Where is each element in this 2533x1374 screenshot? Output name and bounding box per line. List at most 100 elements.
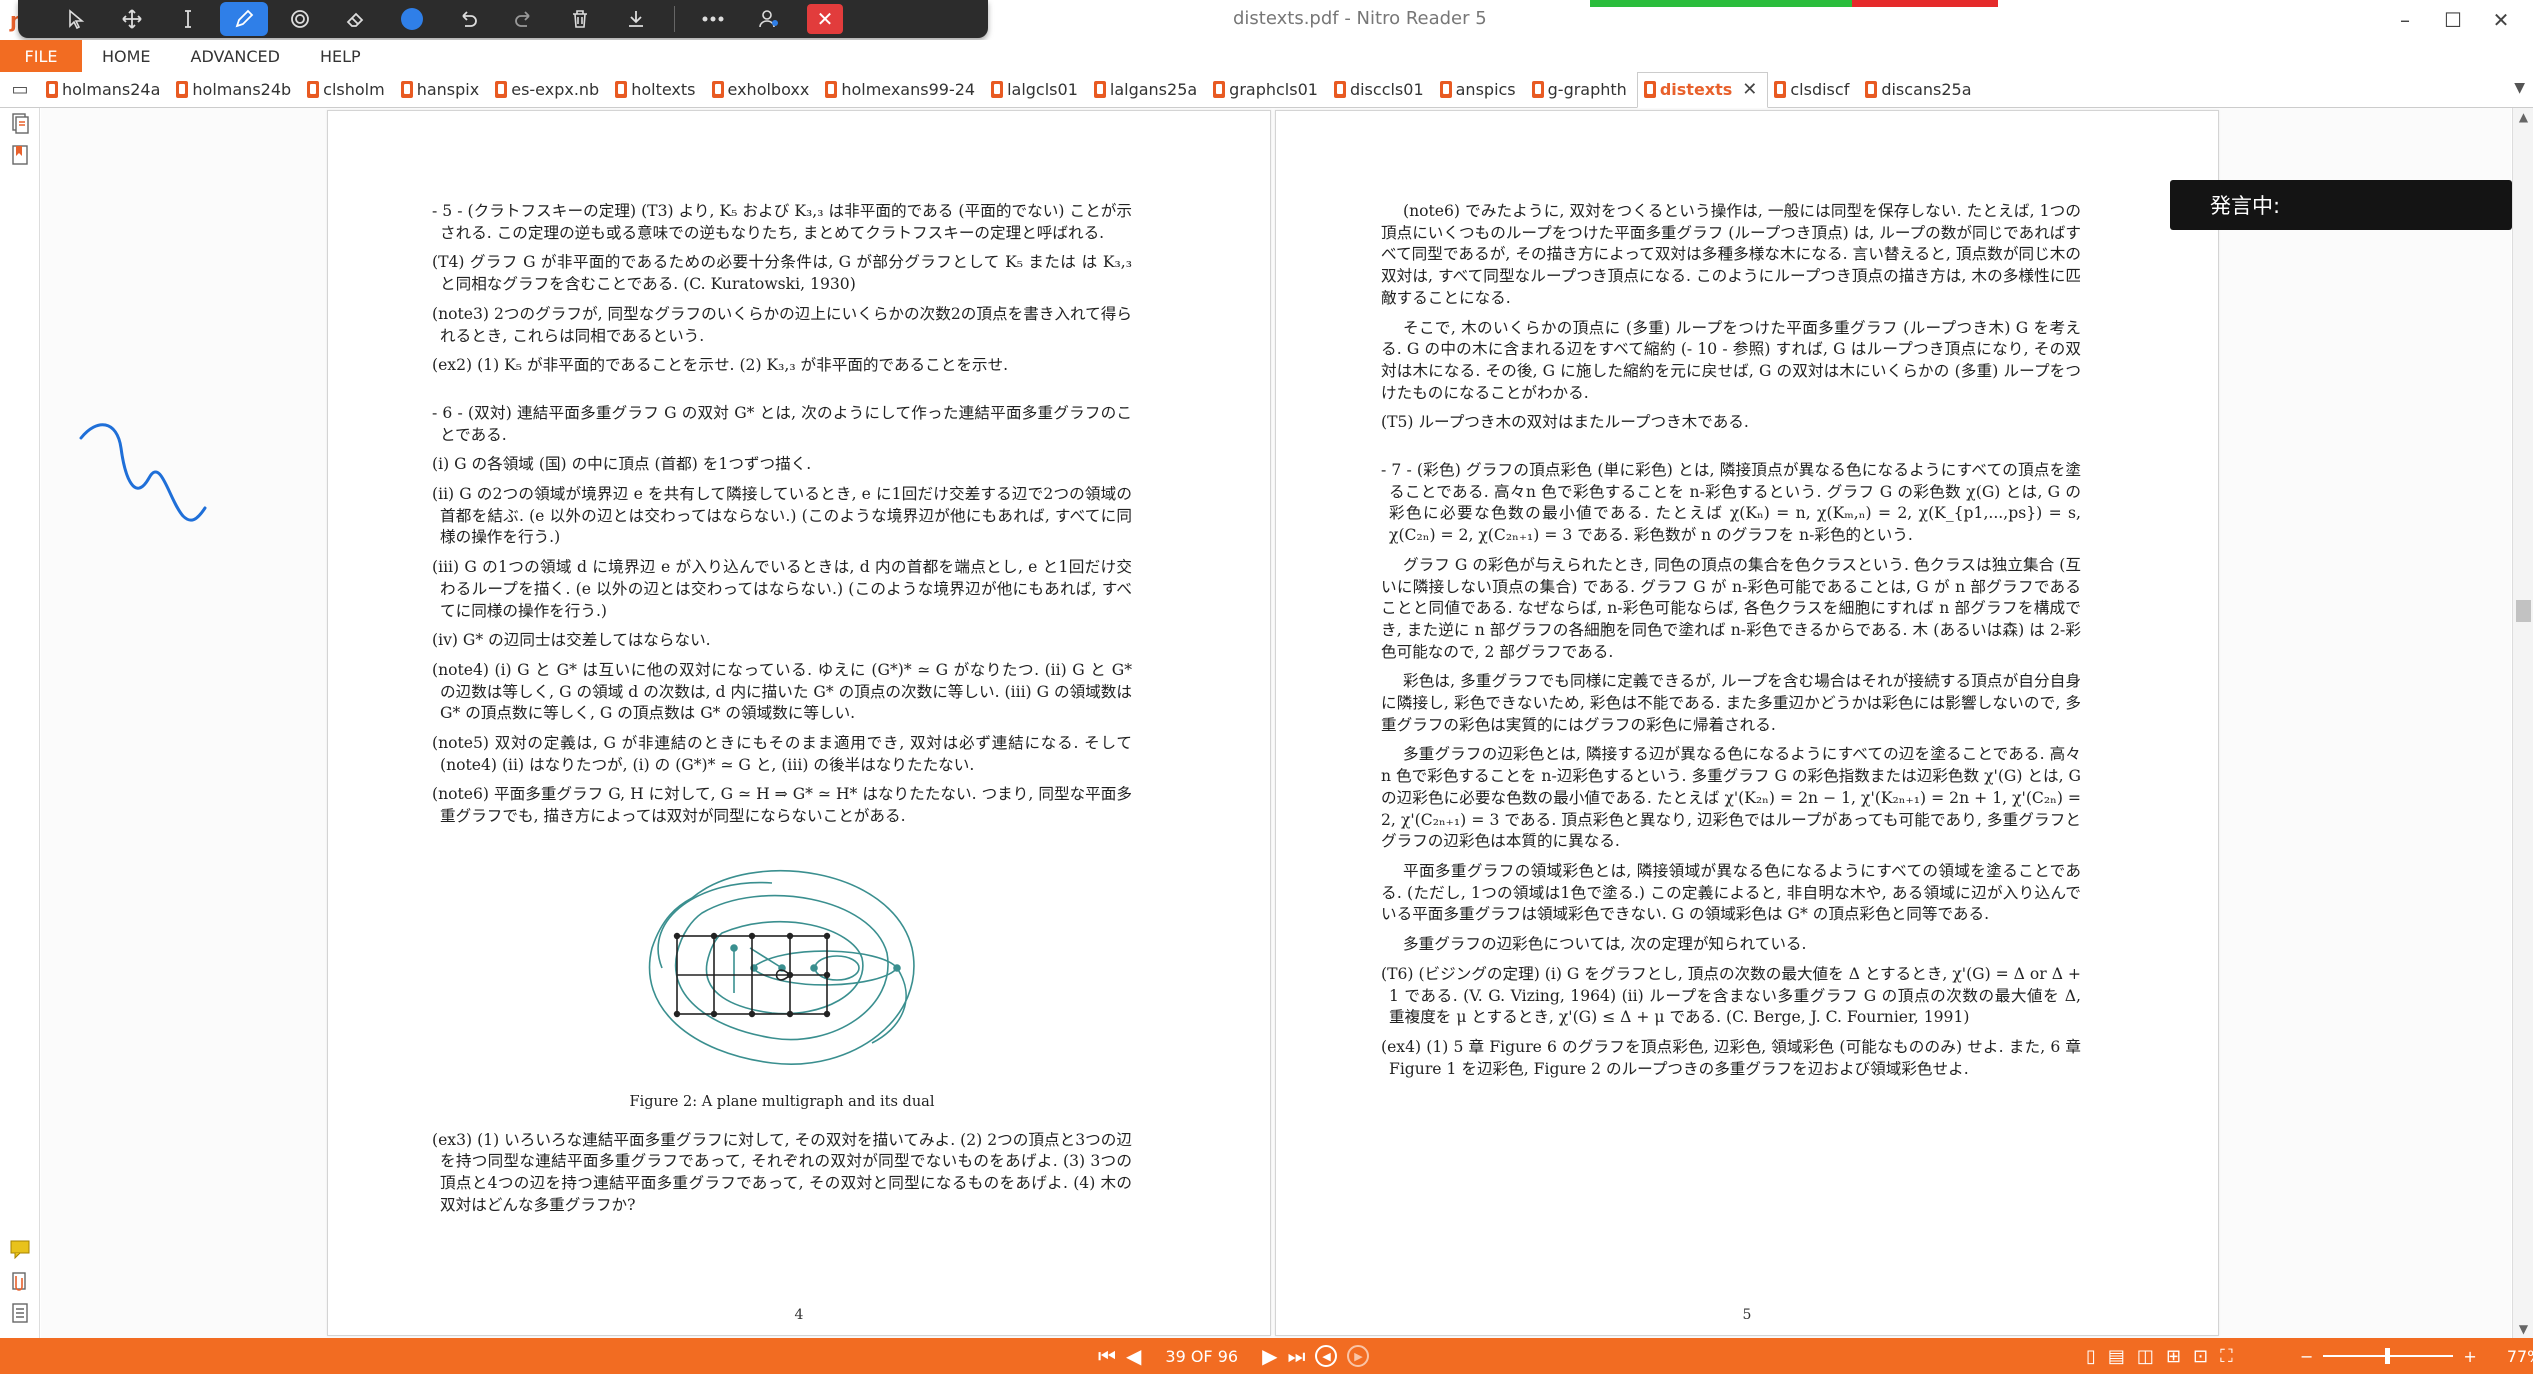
tab-holmans24b[interactable]: holmans24b: [170, 72, 301, 108]
tab-distexts[interactable]: distexts ✕: [1636, 71, 1769, 108]
tab-label: anspics: [1455, 80, 1516, 99]
next-page-icon[interactable]: ▶: [1262, 1344, 1277, 1368]
vertical-scrollbar[interactable]: ▲ ▼: [2512, 108, 2533, 1338]
tab-label: es-expx.nb: [511, 80, 600, 99]
scrollbar-thumb[interactable]: [2516, 600, 2531, 622]
zoom-level: 77%: [2506, 1346, 2533, 1366]
pdf-file-icon: [46, 81, 58, 98]
tab-g-graphth[interactable]: g-graphth: [1526, 72, 1637, 108]
dual-graph-figure: [648, 869, 915, 1065]
tab-holtexts[interactable]: holtexts: [609, 72, 705, 108]
stamp-icon[interactable]: [272, 0, 328, 38]
eraser-icon[interactable]: [328, 0, 384, 38]
last-page-icon[interactable]: ⏭: [1287, 1344, 1305, 1368]
facing-continuous-view-icon[interactable]: ⊞: [2166, 1346, 2181, 1367]
tab-hanspix[interactable]: hanspix: [395, 72, 490, 108]
tab-label: hanspix: [416, 80, 480, 99]
pdf-file-icon: [1213, 81, 1226, 98]
color-icon[interactable]: [384, 0, 440, 38]
tab-discans25a[interactable]: discans25a: [1859, 72, 1981, 108]
comments-panel-icon[interactable]: [9, 1238, 31, 1260]
close-tab-icon[interactable]: ✕: [1742, 79, 1757, 100]
page-view-icon[interactable]: ▭: [0, 79, 40, 100]
bookmarks-panel-icon[interactable]: [9, 144, 31, 166]
app-window: ɲ distexts.pdf - Nitro Reader 5 – ☐ ✕: [0, 0, 2533, 1374]
tab-es-expx-nb[interactable]: es-expx.nb: [489, 72, 609, 108]
pdf-file-icon: [1865, 81, 1878, 98]
attachments-panel-icon[interactable]: [9, 1270, 31, 1292]
minimize-button[interactable]: –: [2380, 4, 2430, 36]
pages-panel-icon[interactable]: [9, 112, 31, 134]
menu-home[interactable]: HOME: [82, 47, 171, 66]
tab-progress-strip: [1590, 0, 1998, 7]
close-window-button[interactable]: ✕: [2476, 4, 2526, 36]
single-page-view-icon[interactable]: ▯: [2086, 1346, 2096, 1367]
pdf-file-icon: [1439, 81, 1452, 98]
left-panel: [0, 108, 40, 1338]
tab-disccls01[interactable]: disccls01: [1328, 72, 1434, 108]
pdf-file-icon: [307, 81, 320, 98]
paragraph: 多重グラフの辺彩色については, 次の定理が知られている.: [1403, 935, 1807, 954]
scroll-down-icon[interactable]: ▼: [2513, 1322, 2533, 1336]
tab-label: holmexans99-24: [841, 80, 976, 99]
zoom-slider[interactable]: [2323, 1348, 2454, 1364]
zoom-out-button[interactable]: −: [2300, 1347, 2313, 1366]
fields-panel-icon[interactable]: [9, 1302, 31, 1324]
tab-clsholm[interactable]: clsholm: [301, 72, 395, 108]
pdf-file-icon: [1093, 81, 1106, 98]
pen-icon[interactable]: [220, 2, 268, 36]
page-indicator[interactable]: 39 OF 96: [1165, 1347, 1238, 1366]
tab-label: clsholm: [323, 80, 385, 99]
redo-icon[interactable]: [496, 0, 552, 38]
share-icon[interactable]: [741, 0, 797, 38]
text-cursor-icon[interactable]: [160, 0, 216, 38]
fit-width-icon[interactable]: ⊡: [2193, 1346, 2208, 1367]
download-icon[interactable]: [608, 0, 664, 38]
tab-lalgcls01[interactable]: lalgcls01: [985, 72, 1088, 108]
paragraph: 彩色は, 多重グラフでも同様に定義できるが, ループを含む場合はそれが接続する頂…: [1381, 672, 2081, 734]
tab-exholboxx[interactable]: exholboxx: [706, 72, 820, 108]
undo-icon[interactable]: [440, 0, 496, 38]
tab-label: disccls01: [1349, 80, 1424, 99]
menu-file[interactable]: FILE: [0, 40, 82, 72]
scroll-up-icon[interactable]: ▲: [2513, 110, 2533, 124]
fullscreen-icon[interactable]: ⛶: [2220, 1346, 2233, 1367]
select-arrow-icon[interactable]: [48, 0, 104, 38]
pdf-file-icon: [615, 81, 628, 98]
menu-help[interactable]: HELP: [300, 47, 381, 66]
window-title: distexts.pdf - Nitro Reader 5: [1233, 8, 1487, 29]
document-view[interactable]: - 5 - (クラトフスキーの定理) (T3) より, K₅ および K₃,₃ …: [41, 108, 2511, 1338]
tab-holmans24a[interactable]: holmans24a: [40, 72, 170, 108]
tab-holmexans99-24[interactable]: holmexans99-24: [819, 72, 985, 108]
tab-anspics[interactable]: anspics: [1434, 72, 1526, 108]
back-view-icon[interactable]: ◀: [1315, 1345, 1338, 1367]
maximize-button[interactable]: ☐: [2428, 4, 2478, 36]
first-page-icon[interactable]: ⏮: [1098, 1344, 1116, 1368]
pdf-page-left: - 5 - (クラトフスキーの定理) (T3) より, K₅ および K₃,₃ …: [327, 110, 1271, 1336]
freehand-annotation[interactable]: [77, 408, 237, 538]
tab-label: lalgcls01: [1007, 80, 1078, 99]
tab-clsdiscf[interactable]: clsdiscf: [1768, 72, 1859, 108]
paragraph: (ex3) (1) いろいろな連結平面多重グラフに対して, その双対を描いてみよ…: [432, 1130, 1132, 1214]
tab-label: graphcls01: [1229, 80, 1318, 99]
page-number-left: 4: [794, 1307, 804, 1323]
pdf-page-right: (note6) でみたように, 双対をつくるという操作は, 一般には同型を保存し…: [1275, 110, 2219, 1336]
figure-2: Figure 2: A plane multigraph and its dua…: [432, 858, 1132, 1114]
forward-view-icon[interactable]: ▶: [1347, 1345, 1370, 1367]
more-icon[interactable]: [685, 0, 741, 38]
document-tabs: ▭ holmans24a holmans24b clsholm hanspix es-e…: [0, 71, 2533, 108]
prev-page-icon[interactable]: ◀: [1126, 1344, 1141, 1368]
zoom-slider-knob[interactable]: [2385, 1348, 2391, 1364]
menu-advanced[interactable]: ADVANCED: [171, 47, 300, 66]
close-toolbar-button[interactable]: ✕: [807, 4, 843, 34]
zoom-in-button[interactable]: +: [2463, 1347, 2476, 1366]
tab-lalgans25a[interactable]: lalgans25a: [1088, 72, 1207, 108]
facing-view-icon[interactable]: ◫: [2137, 1346, 2154, 1367]
tab-graphcls01[interactable]: graphcls01: [1207, 72, 1328, 108]
continuous-view-icon[interactable]: ▤: [2108, 1346, 2125, 1367]
pdf-file-icon: [1333, 81, 1346, 98]
pan-icon[interactable]: [104, 0, 160, 38]
delete-icon[interactable]: [552, 0, 608, 38]
tab-scroll-down-icon[interactable]: ▼: [2514, 80, 2525, 96]
paragraph: (ex4) (1) 5 章 Figure 6 のグラフを頂点彩色, 辺彩色, 領…: [1381, 1037, 2081, 1078]
